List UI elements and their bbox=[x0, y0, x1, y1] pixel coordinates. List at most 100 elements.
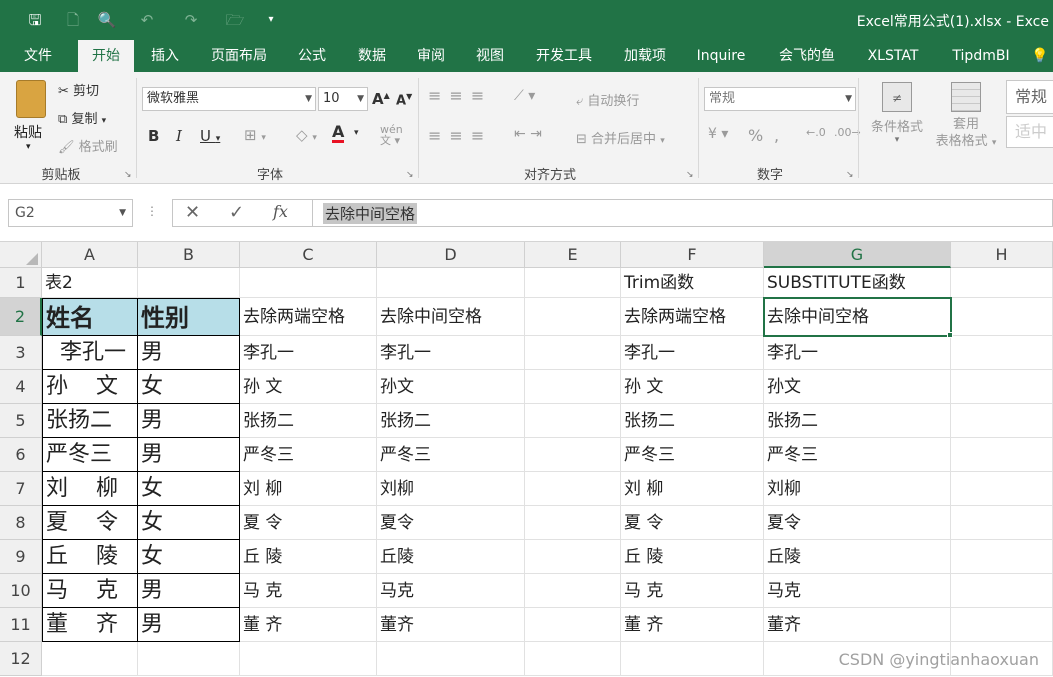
cell-g9[interactable]: 丘陵 bbox=[764, 540, 951, 574]
comma-icon[interactable]: , bbox=[774, 126, 779, 145]
cell-a11[interactable]: 董 齐 bbox=[42, 608, 138, 642]
cell-c4[interactable]: 孙 文 bbox=[240, 370, 377, 404]
cell-c7[interactable]: 刘 柳 bbox=[240, 472, 377, 506]
cell-h3[interactable] bbox=[951, 336, 1053, 370]
column-header-b[interactable]: B bbox=[138, 242, 240, 268]
row-header-1[interactable]: 1 bbox=[0, 268, 42, 298]
cell-a4[interactable]: 孙 文 bbox=[42, 370, 138, 404]
increase-font-icon[interactable]: A▲ bbox=[372, 90, 390, 108]
formula-input[interactable]: 去除中间空格 bbox=[312, 199, 1053, 227]
cell-e8[interactable] bbox=[525, 506, 621, 540]
cell-a6[interactable]: 严冬三 bbox=[42, 438, 138, 472]
border-icon[interactable]: ⊞ ▾ bbox=[244, 126, 266, 144]
column-header-g[interactable]: G bbox=[764, 242, 951, 268]
tab-review[interactable]: 审阅 bbox=[406, 40, 456, 72]
column-header-f[interactable]: F bbox=[621, 242, 764, 268]
cell-e2[interactable] bbox=[525, 298, 621, 336]
cell-b6[interactable]: 男 bbox=[138, 438, 240, 472]
italic-button[interactable]: I bbox=[176, 127, 182, 145]
tab-inquire[interactable]: Inquire bbox=[688, 40, 754, 72]
name-box[interactable]: G2 ▼ bbox=[8, 199, 133, 227]
customize-toolbar-icon[interactable]: ▾ bbox=[260, 9, 282, 31]
cell-c2[interactable]: 去除两端空格 bbox=[240, 298, 377, 336]
cell-e6[interactable] bbox=[525, 438, 621, 472]
decrease-font-icon[interactable]: A▼ bbox=[396, 92, 412, 108]
tab-formulas[interactable]: 公式 bbox=[288, 40, 336, 72]
cell-b2[interactable]: 性别 bbox=[138, 298, 240, 336]
column-header-a[interactable]: A bbox=[42, 242, 138, 268]
underline-button[interactable]: U ▾ bbox=[200, 127, 220, 145]
drag-handle-icon[interactable]: ⋮ bbox=[146, 204, 158, 218]
cell-c8[interactable]: 夏 令 bbox=[240, 506, 377, 540]
cell-a12[interactable] bbox=[42, 642, 138, 676]
cell-h6[interactable] bbox=[951, 438, 1053, 472]
cell-g2[interactable]: 去除中间空格 bbox=[764, 298, 951, 336]
cell-a5[interactable]: 张扬二 bbox=[42, 404, 138, 438]
cell-b12[interactable] bbox=[138, 642, 240, 676]
dialog-launcher-icon[interactable]: ↘ bbox=[406, 170, 414, 180]
cell-a9[interactable]: 丘 陵 bbox=[42, 540, 138, 574]
cell-e3[interactable] bbox=[525, 336, 621, 370]
cell-e7[interactable] bbox=[525, 472, 621, 506]
cell-b10[interactable]: 男 bbox=[138, 574, 240, 608]
tab-data[interactable]: 数据 bbox=[346, 40, 398, 72]
cell-d8[interactable]: 夏令 bbox=[377, 506, 525, 540]
cell-c12[interactable] bbox=[240, 642, 377, 676]
cell-e12[interactable] bbox=[525, 642, 621, 676]
cell-d9[interactable]: 丘陵 bbox=[377, 540, 525, 574]
cell-h10[interactable] bbox=[951, 574, 1053, 608]
cell-e4[interactable] bbox=[525, 370, 621, 404]
cell-f8[interactable]: 夏 令 bbox=[621, 506, 764, 540]
cell-a3[interactable]: 李孔一 bbox=[42, 336, 138, 370]
select-all-corner[interactable] bbox=[0, 242, 42, 268]
cell-d3[interactable]: 李孔一 bbox=[377, 336, 525, 370]
cell-f1[interactable]: Trim函数 bbox=[621, 268, 764, 298]
cell-g8[interactable]: 夏令 bbox=[764, 506, 951, 540]
cell-f2[interactable]: 去除两端空格 bbox=[621, 298, 764, 336]
row-header-8[interactable]: 8 bbox=[0, 506, 42, 540]
cell-d12[interactable] bbox=[377, 642, 525, 676]
cell-d4[interactable]: 孙文 bbox=[377, 370, 525, 404]
cell-a1[interactable]: 表2 bbox=[42, 268, 138, 298]
cell-a10[interactable]: 马 克 bbox=[42, 574, 138, 608]
undo-icon[interactable]: ↶ bbox=[136, 9, 158, 31]
cell-d11[interactable]: 董齐 bbox=[377, 608, 525, 642]
cell-e9[interactable] bbox=[525, 540, 621, 574]
chevron-down-icon[interactable]: ▾ bbox=[354, 128, 359, 138]
wrap-text-button[interactable]: ⤶ 自动换行 bbox=[576, 90, 639, 109]
cell-d5[interactable]: 张扬二 bbox=[377, 404, 525, 438]
bold-button[interactable]: B bbox=[148, 127, 159, 145]
cell-e11[interactable] bbox=[525, 608, 621, 642]
cell-h11[interactable] bbox=[951, 608, 1053, 642]
cell-f5[interactable]: 张扬二 bbox=[621, 404, 764, 438]
cell-h2[interactable] bbox=[951, 298, 1053, 336]
cell-b11[interactable]: 男 bbox=[138, 608, 240, 642]
row-header-12[interactable]: 12 bbox=[0, 642, 42, 676]
column-header-c[interactable]: C bbox=[240, 242, 377, 268]
cell-c5[interactable]: 张扬二 bbox=[240, 404, 377, 438]
font-name-select[interactable]: 微软雅黑 ▼ bbox=[142, 87, 316, 111]
cell-c11[interactable]: 董 齐 bbox=[240, 608, 377, 642]
column-header-h[interactable]: H bbox=[951, 242, 1053, 268]
row-header-11[interactable]: 11 bbox=[0, 608, 42, 642]
cell-g1[interactable]: SUBSTITUTE函数 bbox=[764, 268, 951, 298]
cell-g5[interactable]: 张扬二 bbox=[764, 404, 951, 438]
cell-b5[interactable]: 男 bbox=[138, 404, 240, 438]
row-header-5[interactable]: 5 bbox=[0, 404, 42, 438]
save-icon[interactable]: 🖫 bbox=[24, 9, 46, 31]
cell-b3[interactable]: 男 bbox=[138, 336, 240, 370]
row-header-9[interactable]: 9 bbox=[0, 540, 42, 574]
redo-icon[interactable]: ↷ bbox=[180, 9, 202, 31]
enter-icon[interactable]: ✓ bbox=[229, 202, 244, 223]
cell-style-neutral[interactable]: 适中 bbox=[1006, 116, 1053, 148]
cell-g7[interactable]: 刘柳 bbox=[764, 472, 951, 506]
column-header-d[interactable]: D bbox=[377, 242, 525, 268]
row-header-2[interactable]: 2 bbox=[0, 298, 42, 336]
font-size-select[interactable]: 10 ▼ bbox=[318, 87, 368, 111]
cell-d7[interactable]: 刘柳 bbox=[377, 472, 525, 506]
fill-color-icon[interactable]: ◇ ▾ bbox=[296, 126, 317, 144]
indent-icons[interactable]: ⇤ ⇥ bbox=[514, 126, 542, 142]
currency-icon[interactable]: ¥ ▾ bbox=[708, 126, 728, 142]
cell-c6[interactable]: 严冬三 bbox=[240, 438, 377, 472]
row-header-7[interactable]: 7 bbox=[0, 472, 42, 506]
